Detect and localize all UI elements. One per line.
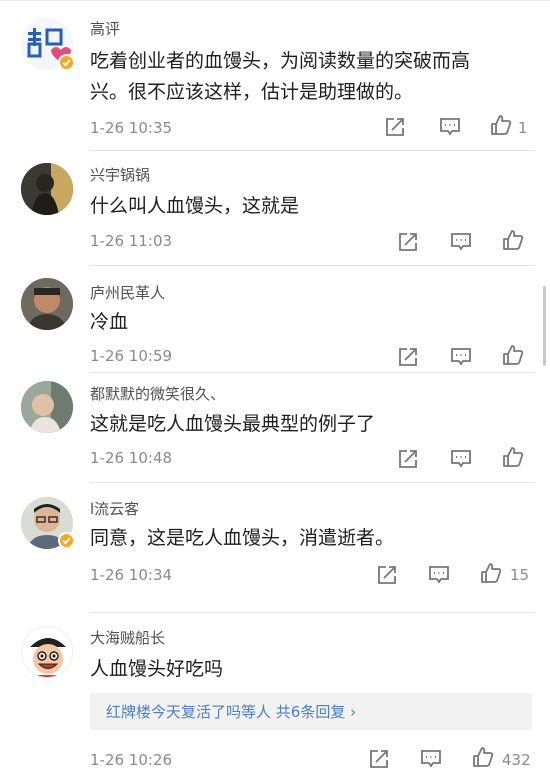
comment-time: 1-26 10:35: [90, 119, 173, 137]
thumbs-up-icon[interactable]: [502, 229, 524, 251]
verified-badge-icon: [58, 532, 75, 549]
comment-text-line: 人血馒头好吃吗: [90, 658, 224, 680]
cartoon-pirate-avatar: [22, 627, 72, 677]
like-count: 1: [518, 119, 528, 137]
username[interactable]: l流云客: [90, 498, 139, 519]
comment-item: 兴宇锅锅 什么叫人血馒头，这就是 1-26 11:03: [0, 150, 550, 266]
comment-icon[interactable]: [450, 347, 472, 367]
username[interactable]: 都默默的微笑很久、: [90, 383, 225, 404]
comment-time: 1-26 10:26: [90, 751, 173, 769]
repost-icon[interactable]: [368, 748, 390, 770]
comment-icon[interactable]: [450, 449, 472, 469]
username[interactable]: 大海贼船长: [90, 627, 165, 648]
comment-icon[interactable]: [428, 565, 450, 585]
thumbs-up-icon[interactable]: [472, 746, 494, 768]
comment-text-line: 什么叫人血馒头，这就是: [90, 195, 300, 217]
thumbs-up-icon[interactable]: [480, 562, 502, 584]
child-photo-avatar: [21, 381, 73, 433]
comment-time: 1-26 11:03: [90, 232, 173, 250]
repost-icon[interactable]: [397, 448, 419, 470]
like-count: 432: [502, 751, 531, 769]
thumbs-up-icon[interactable]: [502, 344, 524, 366]
comment-text-line: 同意，这是吃人血馒头，消遣逝者。: [90, 527, 395, 549]
avatar[interactable]: [21, 163, 73, 215]
comment-time: 1-26 10:34: [90, 566, 173, 584]
avatar[interactable]: [21, 626, 73, 678]
comment-item: 高评 吃着创业者的血馒头，为阅读数量的突破而高 兴。很不应该这样，估计是助理做的…: [0, 0, 550, 151]
username[interactable]: 兴宇锅锅: [90, 164, 150, 185]
comment-text-line: 吃着创业者的血馒头，为阅读数量的突破而高: [90, 50, 471, 72]
avatar[interactable]: [21, 381, 73, 433]
repost-icon[interactable]: [384, 116, 406, 138]
verified-badge-icon: [58, 54, 75, 71]
scrollbar[interactable]: [543, 286, 546, 366]
comment-icon[interactable]: [439, 117, 461, 137]
comment-text-line: 冷血: [90, 311, 129, 333]
comment-time: 1-26 10:59: [90, 347, 173, 365]
comment-item: 都默默的微笑很久、 这就是吃人血馒头最典型的例子了 1-26 10:48: [0, 372, 550, 483]
repost-icon[interactable]: [397, 346, 419, 368]
repost-icon[interactable]: [397, 231, 419, 253]
comment-text-line: 这就是吃人血馒头最典型的例子了: [90, 413, 376, 435]
thumbs-up-icon[interactable]: [490, 114, 512, 136]
comment-time: 1-26 10:48: [90, 449, 173, 467]
comment-item: 大海贼船长 人血馒头好吃吗 红牌楼今天复活了吗等人 共6条回复 › 1-26 1…: [0, 612, 550, 775]
repost-icon[interactable]: [376, 564, 398, 586]
person-photo-avatar: [21, 163, 73, 215]
avatar[interactable]: [21, 278, 73, 330]
thumbs-up-icon[interactable]: [502, 446, 524, 468]
like-count: 15: [510, 566, 530, 584]
reply-summary-link[interactable]: 红牌楼今天复活了吗等人 共6条回复 ›: [106, 701, 356, 722]
username[interactable]: 高评: [90, 18, 120, 39]
reply-summary-box[interactable]: 红牌楼今天复活了吗等人 共6条回复 ›: [90, 693, 532, 730]
comment-icon[interactable]: [420, 749, 442, 769]
username[interactable]: 庐州民革人: [90, 282, 165, 303]
comment-text-line: 兴。很不应该这样，估计是助理做的。: [90, 81, 414, 103]
comment-item: 庐州民革人 冷血 1-26 10:59: [0, 265, 550, 373]
person-photo-avatar: [21, 278, 73, 330]
comment-icon[interactable]: [450, 232, 472, 252]
comment-item: l流云客 同意，这是吃人血馒头，消遣逝者。 1-26 10:34 15: [0, 482, 550, 613]
